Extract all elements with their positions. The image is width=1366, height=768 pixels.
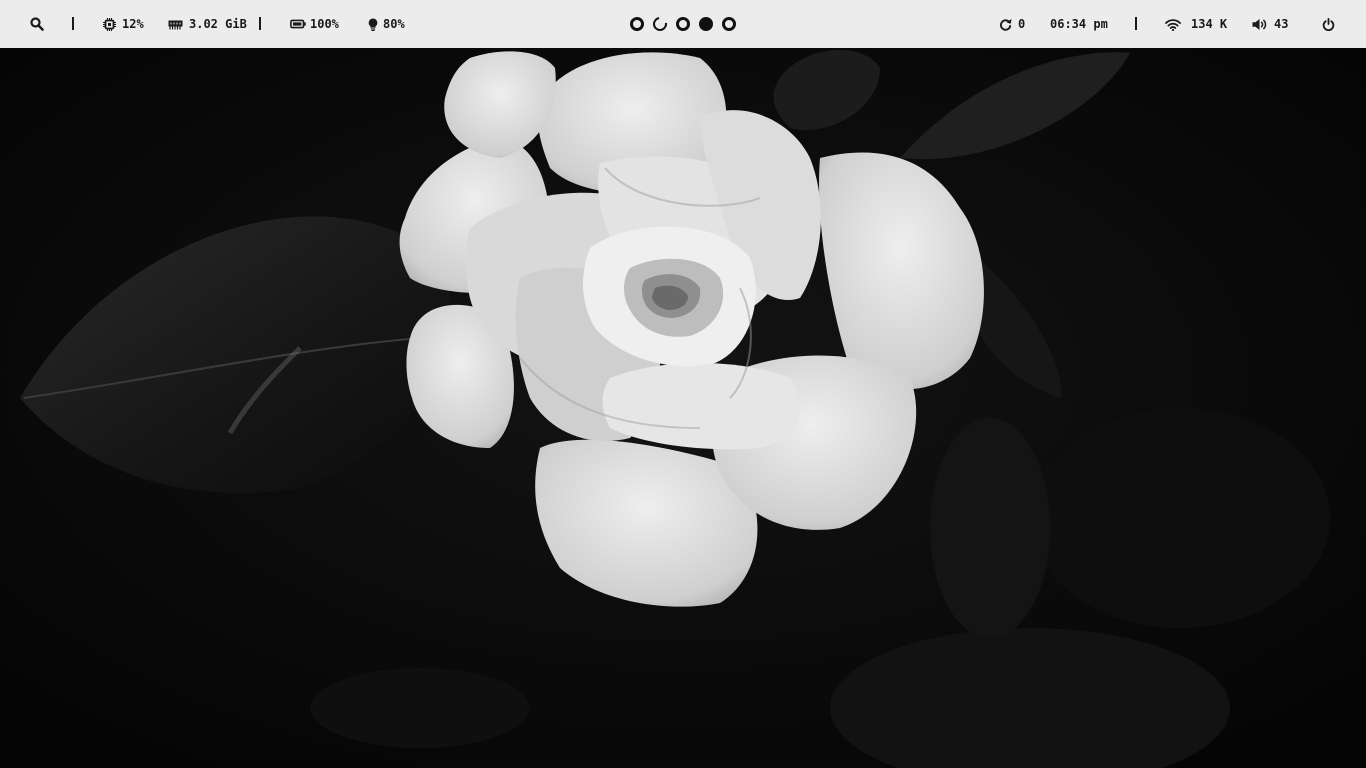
- power-button[interactable]: [1322, 0, 1335, 48]
- memory-usage-value: 3.02 GiB: [189, 17, 247, 31]
- workspace-2-indicator[interactable]: [650, 14, 670, 34]
- separator: [259, 17, 261, 30]
- clock-time: 06:34 pm: [1050, 17, 1108, 31]
- volume-level-value: 43: [1274, 17, 1289, 31]
- updates-count: 0: [1018, 17, 1026, 31]
- search-icon: [30, 17, 44, 31]
- brightness-module[interactable]: 80%: [368, 0, 405, 48]
- clock-module[interactable]: 06:34 pm: [1050, 0, 1108, 48]
- memory-icon: [168, 20, 183, 29]
- workspace-1-indicator[interactable]: [630, 17, 644, 31]
- cpu-usage-value: 12%: [122, 17, 144, 31]
- volume-module[interactable]: 43: [1252, 0, 1288, 48]
- lightbulb-icon: [368, 18, 378, 31]
- brightness-level-value: 80%: [383, 17, 405, 31]
- updates-module[interactable]: 0: [999, 0, 1025, 48]
- battery-level-value: 100%: [310, 17, 339, 31]
- cpu-module[interactable]: 12%: [103, 0, 144, 48]
- wifi-icon: [1165, 18, 1181, 31]
- volume-icon: [1252, 18, 1267, 30]
- workspace-4-indicator[interactable]: [699, 17, 713, 31]
- separator: [72, 17, 74, 30]
- cpu-chip-icon: [103, 17, 116, 31]
- network-speed-value: 134 K: [1191, 17, 1228, 31]
- desktop-wallpaper: [0, 48, 1366, 768]
- network-module[interactable]: 134 K: [1165, 0, 1227, 48]
- search-button[interactable]: [30, 0, 44, 48]
- battery-module[interactable]: 100%: [290, 0, 339, 48]
- top-bar: 12% 3.02 GiB 100% 80% 0 06:34 pm 134 K 4…: [0, 0, 1366, 48]
- workspace-3-indicator[interactable]: [676, 17, 690, 31]
- memory-module[interactable]: 3.02 GiB: [168, 0, 247, 48]
- workspace-5-indicator[interactable]: [722, 17, 736, 31]
- power-icon: [1322, 17, 1335, 31]
- separator: [1135, 17, 1137, 30]
- battery-icon: [290, 19, 306, 29]
- rose-image: [0, 48, 1366, 768]
- refresh-icon: [999, 18, 1012, 31]
